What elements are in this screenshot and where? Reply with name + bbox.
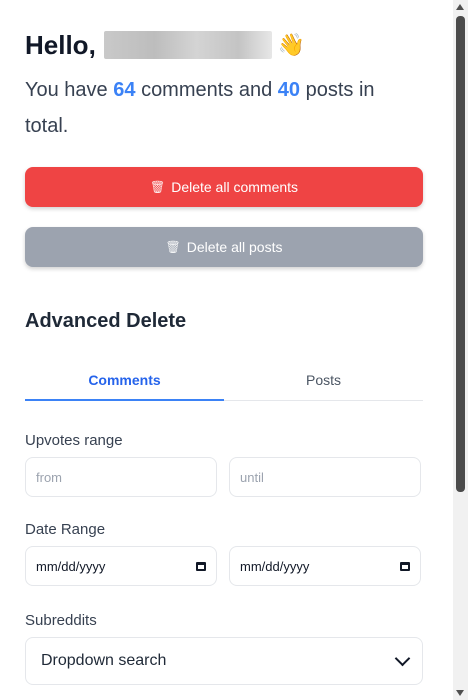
calendar-icon[interactable] [196, 561, 206, 571]
summary-middle: comments and [141, 79, 273, 101]
vertical-scrollbar[interactable] [453, 0, 468, 700]
delete-all-posts-button[interactable]: 🗑 Delete all posts [25, 227, 423, 267]
tab-comments[interactable]: Comments [25, 360, 224, 401]
scrollbar-thumb[interactable] [456, 16, 465, 492]
scroll-up-arrow-icon[interactable] [456, 4, 464, 10]
greeting: Hello, 👋 [25, 29, 305, 61]
trash-icon: 🗑 [149, 180, 166, 194]
tab-posts[interactable]: Posts [224, 360, 423, 400]
delete-all-posts-label: Delete all posts [186, 239, 283, 255]
totals-summary: You have 64 comments and 40 posts in tot… [25, 72, 423, 144]
summary-prefix: You have [25, 79, 108, 101]
delete-all-comments-label: Delete all comments [171, 179, 299, 195]
subreddits-dropdown[interactable]: Dropdown search [25, 637, 423, 685]
date-start-value: mm/dd/yyyy [36, 558, 106, 574]
username-redacted [103, 31, 272, 59]
wave-icon: 👋 [277, 32, 306, 57]
date-end-value: mm/dd/yyyy [240, 558, 310, 574]
upvotes-until-input[interactable] [229, 457, 421, 497]
upvotes-from-input[interactable] [25, 457, 217, 497]
scroll-down-arrow-icon[interactable] [456, 690, 464, 696]
greeting-hello: Hello, [25, 29, 96, 60]
delete-all-comments-button[interactable]: 🗑 Delete all comments [25, 167, 423, 207]
date-start-input[interactable]: mm/dd/yyyy [25, 546, 217, 586]
chevron-down-icon [394, 650, 411, 667]
subreddits-label: Subreddits [25, 612, 97, 629]
advanced-tabs: Comments Posts [25, 360, 423, 401]
calendar-icon[interactable] [400, 561, 410, 571]
advanced-delete-title: Advanced Delete [25, 310, 187, 332]
subreddits-dropdown-value: Dropdown search [41, 652, 167, 669]
upvotes-range-label: Upvotes range [25, 432, 123, 449]
comments-count: 64 [113, 79, 136, 101]
date-end-input[interactable]: mm/dd/yyyy [229, 546, 421, 586]
date-range-label: Date Range [25, 521, 106, 538]
posts-count: 40 [277, 79, 301, 101]
trash-icon: 🗑 [165, 240, 181, 254]
